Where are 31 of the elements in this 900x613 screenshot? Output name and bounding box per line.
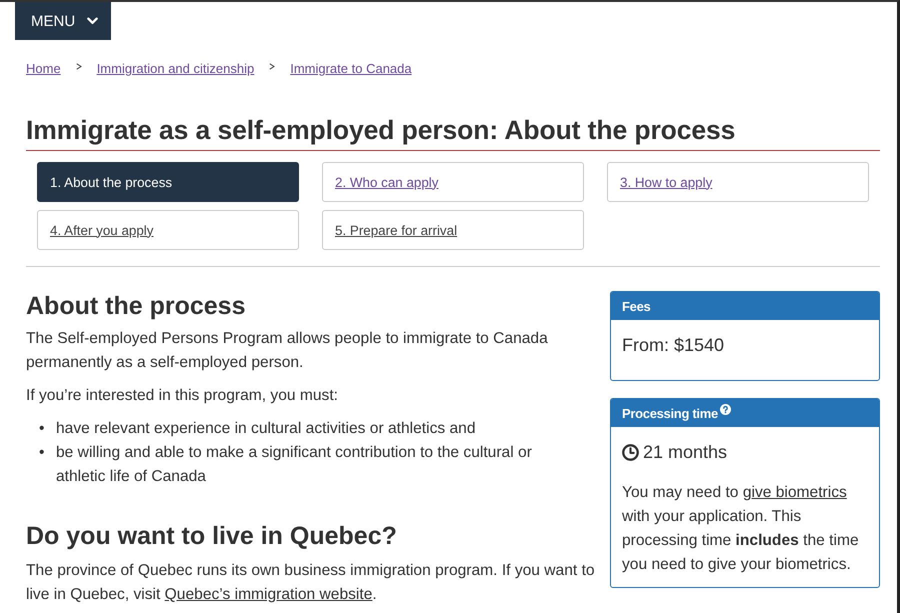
paragraph: The Self-employed Persons Program allows people to immigrate to Canada permanently as a self-employed person.: [26, 329, 549, 373]
section-heading: Do you want to live in Quebec?: [26, 521, 398, 552]
breadcrumb-link[interactable]: Immigration and citizenship: [96, 61, 254, 76]
step-tab[interactable]: 4. After you apply: [37, 210, 299, 250]
breadcrumb-link[interactable]: Home: [26, 61, 61, 76]
panel-value: 21 months: [643, 442, 728, 462]
panel-value: From: $1540: [622, 334, 724, 356]
step-tab[interactable]: 1. About the process: [37, 162, 299, 202]
paragraph: The province of Quebec runs its own business immigration program. If you want to live in Quebec, visit Quebec’s immigration website.: [26, 561, 596, 605]
list-item: be willing and able to make a significant contribution to the cultural or athletic life of Canada: [56, 443, 533, 487]
clock-icon: [622, 444, 639, 460]
page-title: Immigrate as a self-employed person: About the process: [26, 113, 880, 151]
text-link[interactable]: Quebec’s immigration website: [164, 586, 372, 603]
menu-button[interactable]: MENU: [15, 2, 111, 40]
step-tab[interactable]: 3. How to apply: [607, 162, 869, 202]
step-tab[interactable]: 5. Prepare for arrival: [322, 210, 584, 250]
chevron-right-icon: [76, 63, 82, 70]
panel-title: Processing time: [622, 406, 718, 420]
section-heading: About the process: [26, 291, 246, 322]
panel-title: Fees: [622, 298, 650, 314]
list-bullet: •: [39, 443, 46, 463]
text-link[interactable]: give biometrics: [742, 484, 847, 501]
chevron-down-icon: [87, 17, 98, 25]
list-bullet: •: [39, 419, 46, 439]
chevron-right-icon: [269, 63, 276, 70]
panel-note: You may need to give biometrics with your application. This processing time includes the time you need to give your biometrics.: [622, 483, 860, 575]
step-tab[interactable]: 2. Who can apply: [322, 162, 584, 202]
paragraph: If you’re interested in this program, you must:: [26, 386, 340, 406]
list-item: have relevant experience in cultural activities or athletics and: [56, 419, 477, 439]
help-icon[interactable]: [720, 404, 731, 414]
breadcrumb-link[interactable]: Immigrate to Canada: [290, 61, 412, 76]
